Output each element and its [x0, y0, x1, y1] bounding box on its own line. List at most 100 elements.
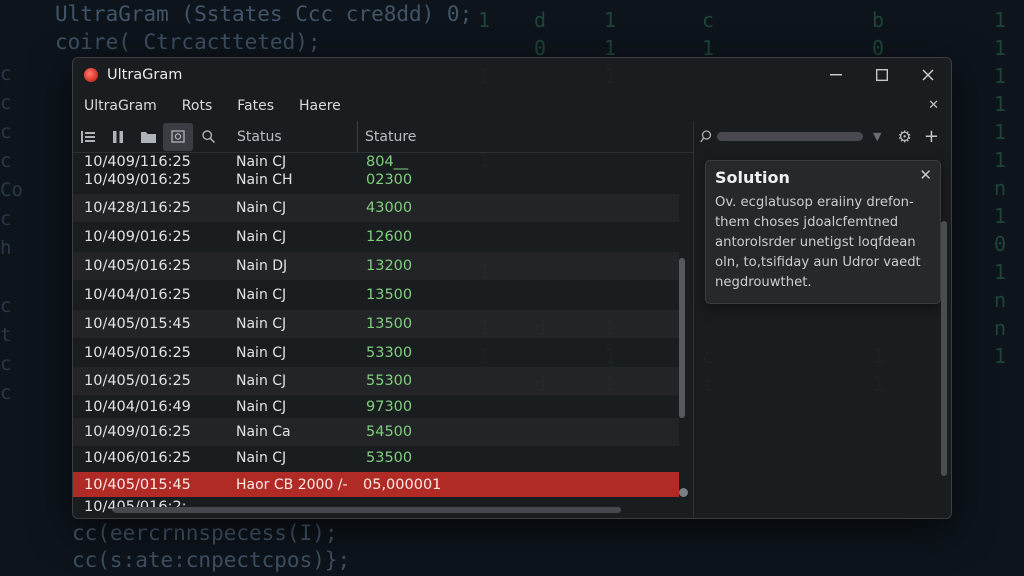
chevron-down-icon[interactable]: ▼ [873, 130, 881, 143]
row-value: 13200 [366, 258, 413, 274]
menu-bar: UltraGram Rots Fates Haere ✕ [73, 91, 951, 121]
row-name: Nain DJ [236, 258, 288, 274]
row-time: 10/409/016:25 [84, 172, 191, 188]
row-name: Nain CH [236, 172, 293, 188]
solution-line: negdrouwthet. [715, 275, 812, 290]
toolbar: Status Stature [73, 121, 693, 153]
row-name: Haor CB 2000 /- [236, 476, 348, 493]
add-icon[interactable]: + [924, 126, 939, 147]
gear-icon[interactable]: ⚙ [897, 127, 911, 146]
scroll-indicator[interactable] [679, 488, 688, 497]
row-time: 10/405/015:45 [84, 476, 191, 493]
row-value: 97300 [366, 399, 413, 415]
table-row[interactable]: 10/409/016:25 Nain Ca 54500 [73, 418, 679, 446]
row-value: 05,000001 [363, 476, 442, 493]
menu-close-button[interactable]: ✕ [928, 98, 939, 113]
window-title: UltraGram [107, 66, 183, 83]
table-row[interactable]: 10/405/016:25 Nain CJ 55300 [73, 367, 679, 395]
bg-rain-column: 1 1 1 1 1 1 n 1 0 1 n n 1 [994, 8, 1007, 368]
maximize-icon [876, 68, 888, 81]
row-name: Nain CJ [236, 200, 287, 216]
table-horizontal-scrollbar[interactable] [113, 507, 621, 513]
row-time: 10/409/016:25 [84, 229, 191, 245]
row-value: 13500 [366, 316, 413, 332]
menu-rots[interactable]: Rots [182, 98, 212, 114]
table-row[interactable]: 10/406/016:25 Nain CJ 53500 [73, 444, 679, 472]
close-icon [922, 69, 934, 80]
bg-code-left: c c c c Co c h c t c c [0, 63, 23, 404]
minimize-button[interactable] [813, 58, 859, 91]
row-time: 10/404/016:25 [84, 287, 191, 303]
panel-search-input[interactable] [717, 132, 863, 141]
row-name: Nain CJ [236, 373, 287, 389]
window-controls [813, 58, 951, 91]
row-name: Nain CJ [236, 154, 287, 170]
menu-haere[interactable]: Haere [299, 98, 341, 114]
solution-line: oln, to,tsifiday aun Udror vaedt [715, 255, 921, 270]
solution-body: Ov. ecglatusop eraiiny drefon- them chos… [715, 193, 933, 293]
row-time: 10/405/016:25 [84, 373, 191, 389]
menu-fates[interactable]: Fates [237, 98, 274, 114]
right-panel: ▼ ⚙ + Solution ✕ Ov. ecglatusop eraiiny … [693, 121, 951, 518]
row-value: 54500 [366, 424, 413, 440]
search-icon[interactable] [699, 130, 713, 143]
maximize-button[interactable] [859, 58, 905, 91]
column-header-status[interactable]: Status [237, 121, 282, 152]
panel-toolbar: ▼ ⚙ + [694, 121, 951, 152]
data-table: 10/409/116:25 Nain CJ 804__ 10/409/016:2… [73, 153, 693, 515]
row-value: 55300 [366, 373, 413, 389]
search-glyph [700, 130, 712, 143]
table-row[interactable]: 10/409/016:25 Nain CH 02300 [73, 171, 679, 189]
solution-close-button[interactable]: ✕ [919, 166, 932, 184]
minimize-icon [830, 73, 842, 75]
row-name: Nain CJ [236, 345, 287, 361]
solution-line: Ov. ecglatusop eraiiny drefon- [715, 195, 914, 210]
pause-icon [113, 130, 123, 143]
table-row[interactable]: 10/405/016:25 Nain DJ 13200 [73, 252, 679, 280]
pause-button[interactable] [103, 123, 133, 151]
row-time: 10/404/016:49 [84, 399, 191, 415]
row-time: 10/405/016:25 [84, 345, 191, 361]
row-time: 10/428/116:25 [84, 200, 191, 216]
table-row[interactable]: 10/409/116:25 Nain CJ 804__ [73, 153, 679, 171]
table-row[interactable]: 10/405/015:45 Nain CJ 13500 [73, 310, 679, 338]
table-row[interactable]: 10/428/116:25 Nain CJ 43000 [73, 194, 679, 222]
search-button[interactable] [193, 123, 223, 151]
row-name: Nain CJ [236, 229, 287, 245]
bg-code-line: coire( Ctrcactteted); [55, 30, 321, 54]
list-icon [81, 130, 95, 143]
folder-button[interactable] [133, 123, 163, 151]
column-header-stature[interactable]: Stature [365, 121, 416, 152]
row-value: 02300 [366, 172, 413, 188]
row-name: Nain Ca [236, 424, 291, 440]
title-bar[interactable]: UltraGram [73, 58, 951, 91]
table-row[interactable]: 10/405/016:25 Nain CJ 53300 [73, 339, 679, 367]
table-vertical-scrollbar[interactable] [679, 258, 685, 418]
list-view-button[interactable] [73, 123, 103, 151]
table-row[interactable]: 10/404/016:49 Nain CJ 97300 [73, 393, 679, 421]
row-name: Nain CJ [236, 399, 287, 415]
row-value: 13500 [366, 287, 413, 303]
table-row[interactable]: 10/409/016:25 Nain CJ 12600 [73, 223, 679, 251]
column-divider[interactable] [357, 121, 358, 152]
folder-icon [140, 131, 156, 143]
row-name: Nain CJ [236, 450, 287, 466]
menu-ultragram[interactable]: UltraGram [84, 98, 157, 114]
table-row-selected[interactable]: 10/405/015:45 Haor CB 2000 /- 05,000001 [73, 472, 679, 497]
solution-line: them choses jdoalcfemtned [715, 215, 899, 230]
row-time: 10/406/016:25 [84, 450, 191, 466]
row-value: 804__ [366, 154, 409, 170]
row-value: 43000 [366, 200, 413, 216]
panel-scrollbar[interactable] [941, 221, 947, 476]
row-value: 53500 [366, 450, 413, 466]
row-name: Nain CJ [236, 287, 287, 303]
app-logo-icon [84, 67, 98, 82]
bg-code-line: UltraGram (Sstates Ccc cre8dd) 0; [55, 2, 473, 26]
row-time: 10/405/015:45 [84, 316, 191, 332]
inspect-icon [171, 130, 185, 143]
row-value: 12600 [366, 229, 413, 245]
inspect-button[interactable] [163, 122, 193, 151]
table-row[interactable]: 10/404/016:25 Nain CJ 13500 [73, 281, 679, 309]
solution-title: Solution [715, 168, 790, 187]
close-button[interactable] [905, 58, 951, 91]
